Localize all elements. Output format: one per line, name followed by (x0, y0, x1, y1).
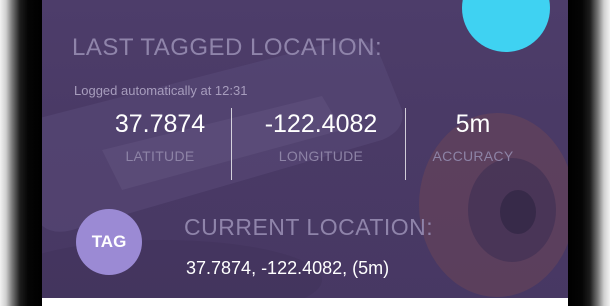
accuracy-stat: 5m ACCURACY (414, 108, 532, 164)
stat-divider (231, 108, 232, 180)
stat-divider (405, 108, 406, 180)
current-location-value: 37.7874, -122.4082, (5m) (186, 258, 390, 278)
last-location-stats: 37.7874 LATITUDE -122.4082 LONGITUDE 5m … (42, 108, 568, 180)
longitude-label: LONGITUDE (278, 148, 364, 164)
logged-timestamp-note: Logged automatically at 12:31 (74, 83, 248, 98)
latitude-label: LATITUDE (125, 148, 195, 164)
accent-circle (462, 0, 550, 52)
app-screen: LAST TAGGED LOCATION: Logged automatical… (42, 0, 568, 306)
phone-frame: LAST TAGGED LOCATION: Logged automatical… (0, 0, 610, 306)
latitude-value: 37.7874 (114, 110, 206, 138)
accuracy-value: 5m (455, 110, 491, 138)
current-location-title: CURRENT LOCATION: (184, 214, 434, 240)
phone-bezel-right (568, 0, 610, 306)
accuracy-label: ACCURACY (432, 148, 514, 164)
longitude-stat: -122.4082 LONGITUDE (238, 108, 404, 164)
longitude-value: -122.4082 (264, 110, 378, 138)
latitude-stat: 37.7874 LATITUDE (86, 108, 234, 164)
screen-bottom-edge (42, 298, 568, 306)
tag-button[interactable]: TAG (76, 209, 142, 275)
last-tagged-location-title: LAST TAGGED LOCATION: (72, 34, 383, 61)
phone-bezel-left (0, 0, 42, 306)
